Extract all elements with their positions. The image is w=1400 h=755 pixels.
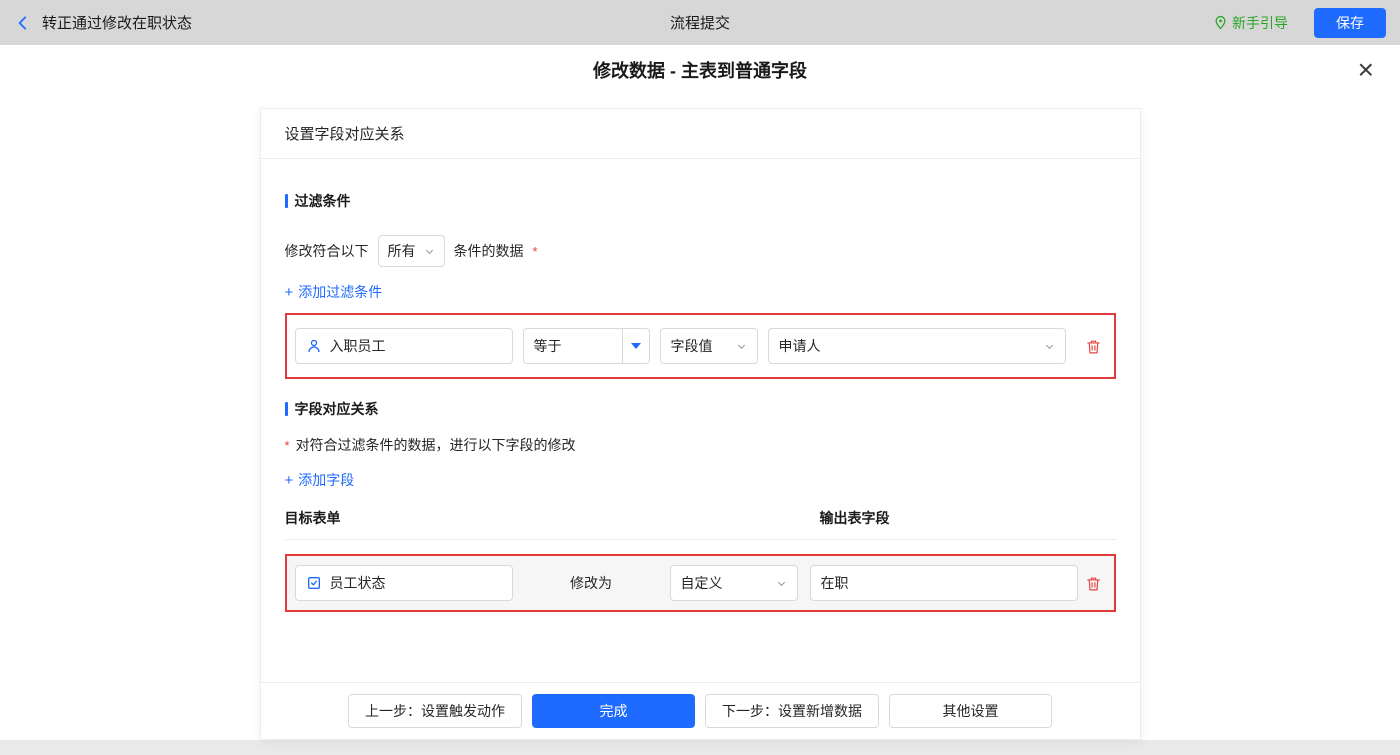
plus-icon: + <box>284 283 294 301</box>
required-asterisk: * <box>284 437 290 453</box>
mapping-description-line: * 对符合过滤条件的数据，进行以下字段的修改 <box>285 435 1116 455</box>
checkbox-field-icon <box>307 577 320 589</box>
topbar-right: 新手引导 保存 <box>1214 7 1386 38</box>
compare-value: 申请人 <box>778 338 821 354</box>
value-type-select[interactable]: 字段值 <box>659 328 758 364</box>
filter-line-suffix: 条件的数据 <box>453 243 524 259</box>
filter-line: 修改符合以下 所有 条件的数据 * <box>285 235 1116 267</box>
filter-field-value: 入职员工 <box>329 338 386 354</box>
plus-icon: + <box>284 471 294 489</box>
person-icon <box>307 339 320 353</box>
modal-header: 修改数据 - 主表到普通字段 × <box>0 45 1400 95</box>
add-field-label: 添加字段 <box>298 472 355 488</box>
prev-step-button[interactable]: 上一步：设置触发动作 <box>348 694 522 728</box>
filter-field-select[interactable]: 入职员工 <box>294 328 513 364</box>
target-field-value: 员工状态 <box>329 575 386 591</box>
value-type-value: 字段值 <box>670 338 713 354</box>
add-field-row: + 添加字段 <box>285 470 1116 490</box>
filter-condition-row: 入职员工 等于 字段值 申请人 <box>284 313 1116 379</box>
mapping-section-title: 字段对应关系 <box>285 399 1116 419</box>
trash-icon <box>1086 340 1100 353</box>
card-header-title: 设置字段对应关系 <box>260 109 1140 159</box>
modal: 修改数据 - 主表到普通字段 × 设置字段对应关系 过滤条件 修改符合以下 所有… <box>0 45 1400 740</box>
topbar: 转正通过修改在职状态 流程提交 新手引导 保存 <box>0 0 1400 45</box>
output-value-input[interactable] <box>809 565 1078 601</box>
back-icon[interactable] <box>14 14 32 32</box>
target-field-select[interactable]: 员工状态 <box>294 565 513 601</box>
field-mapping-row: 员工状态 修改为 自定义 <box>284 554 1116 612</box>
chevron-down-icon <box>777 581 785 586</box>
delete-condition-button[interactable] <box>1085 338 1102 355</box>
filter-section-title: 过滤条件 <box>285 191 1116 211</box>
guide-label: 新手引导 <box>1232 14 1288 31</box>
mapping-column-headers: 目标表单 输出表字段 <box>284 508 1116 540</box>
done-button[interactable]: 完成 <box>532 694 695 728</box>
add-field-link[interactable]: + 添加字段 <box>285 470 355 490</box>
settings-card: 设置字段对应关系 过滤条件 修改符合以下 所有 条件的数据 * + 添加过滤条件 <box>259 108 1141 740</box>
operator-dropdown-toggle[interactable] <box>621 329 649 363</box>
column-output-field: 输出表字段 <box>819 510 890 526</box>
operator-select[interactable]: 等于 <box>522 328 650 364</box>
location-pin-icon <box>1215 15 1226 30</box>
column-target-form: 目标表单 <box>284 510 341 526</box>
modal-title: 修改数据 - 主表到普通字段 <box>593 61 807 81</box>
modify-to-label: 修改为 <box>570 575 612 591</box>
topbar-center-title: 流程提交 <box>669 15 730 32</box>
add-filter-condition-link[interactable]: + 添加过滤条件 <box>285 282 383 302</box>
match-mode-select[interactable]: 所有 <box>377 235 445 267</box>
add-filter-row: + 添加过滤条件 <box>285 282 1116 302</box>
flow-title: 转正通过修改在职状态 <box>42 15 193 32</box>
value-mode-select[interactable]: 自定义 <box>669 565 798 601</box>
chevron-down-icon <box>425 249 433 254</box>
topbar-left: 转正通过修改在职状态 <box>14 12 192 33</box>
chevron-down-icon <box>737 344 745 349</box>
card-body: 过滤条件 修改符合以下 所有 条件的数据 * + 添加过滤条件 入职员工 等于 … <box>261 159 1140 682</box>
operator-value: 等于 <box>533 338 562 354</box>
next-step-button[interactable]: 下一步：设置新增数据 <box>705 694 879 728</box>
mapping-description: 对符合过滤条件的数据，进行以下字段的修改 <box>295 437 576 453</box>
trash-icon <box>1086 577 1100 590</box>
other-settings-button[interactable]: 其他设置 <box>889 694 1052 728</box>
compare-value-select[interactable]: 申请人 <box>767 328 1066 364</box>
card-footer: 上一步：设置触发动作 完成 下一步：设置新增数据 其他设置 <box>260 682 1140 739</box>
chevron-down-icon <box>1045 344 1053 349</box>
beginner-guide-link[interactable]: 新手引导 <box>1214 13 1288 33</box>
triangle-down-icon <box>630 343 641 349</box>
add-filter-condition-label: 添加过滤条件 <box>298 284 383 300</box>
match-mode-value: 所有 <box>387 243 416 259</box>
save-button[interactable]: 保存 <box>1314 7 1386 38</box>
filter-line-prefix: 修改符合以下 <box>284 243 369 259</box>
required-asterisk: * <box>532 243 538 259</box>
close-icon[interactable]: × <box>1358 56 1374 84</box>
value-mode-value: 自定义 <box>680 575 723 591</box>
delete-mapping-button[interactable] <box>1085 575 1102 592</box>
